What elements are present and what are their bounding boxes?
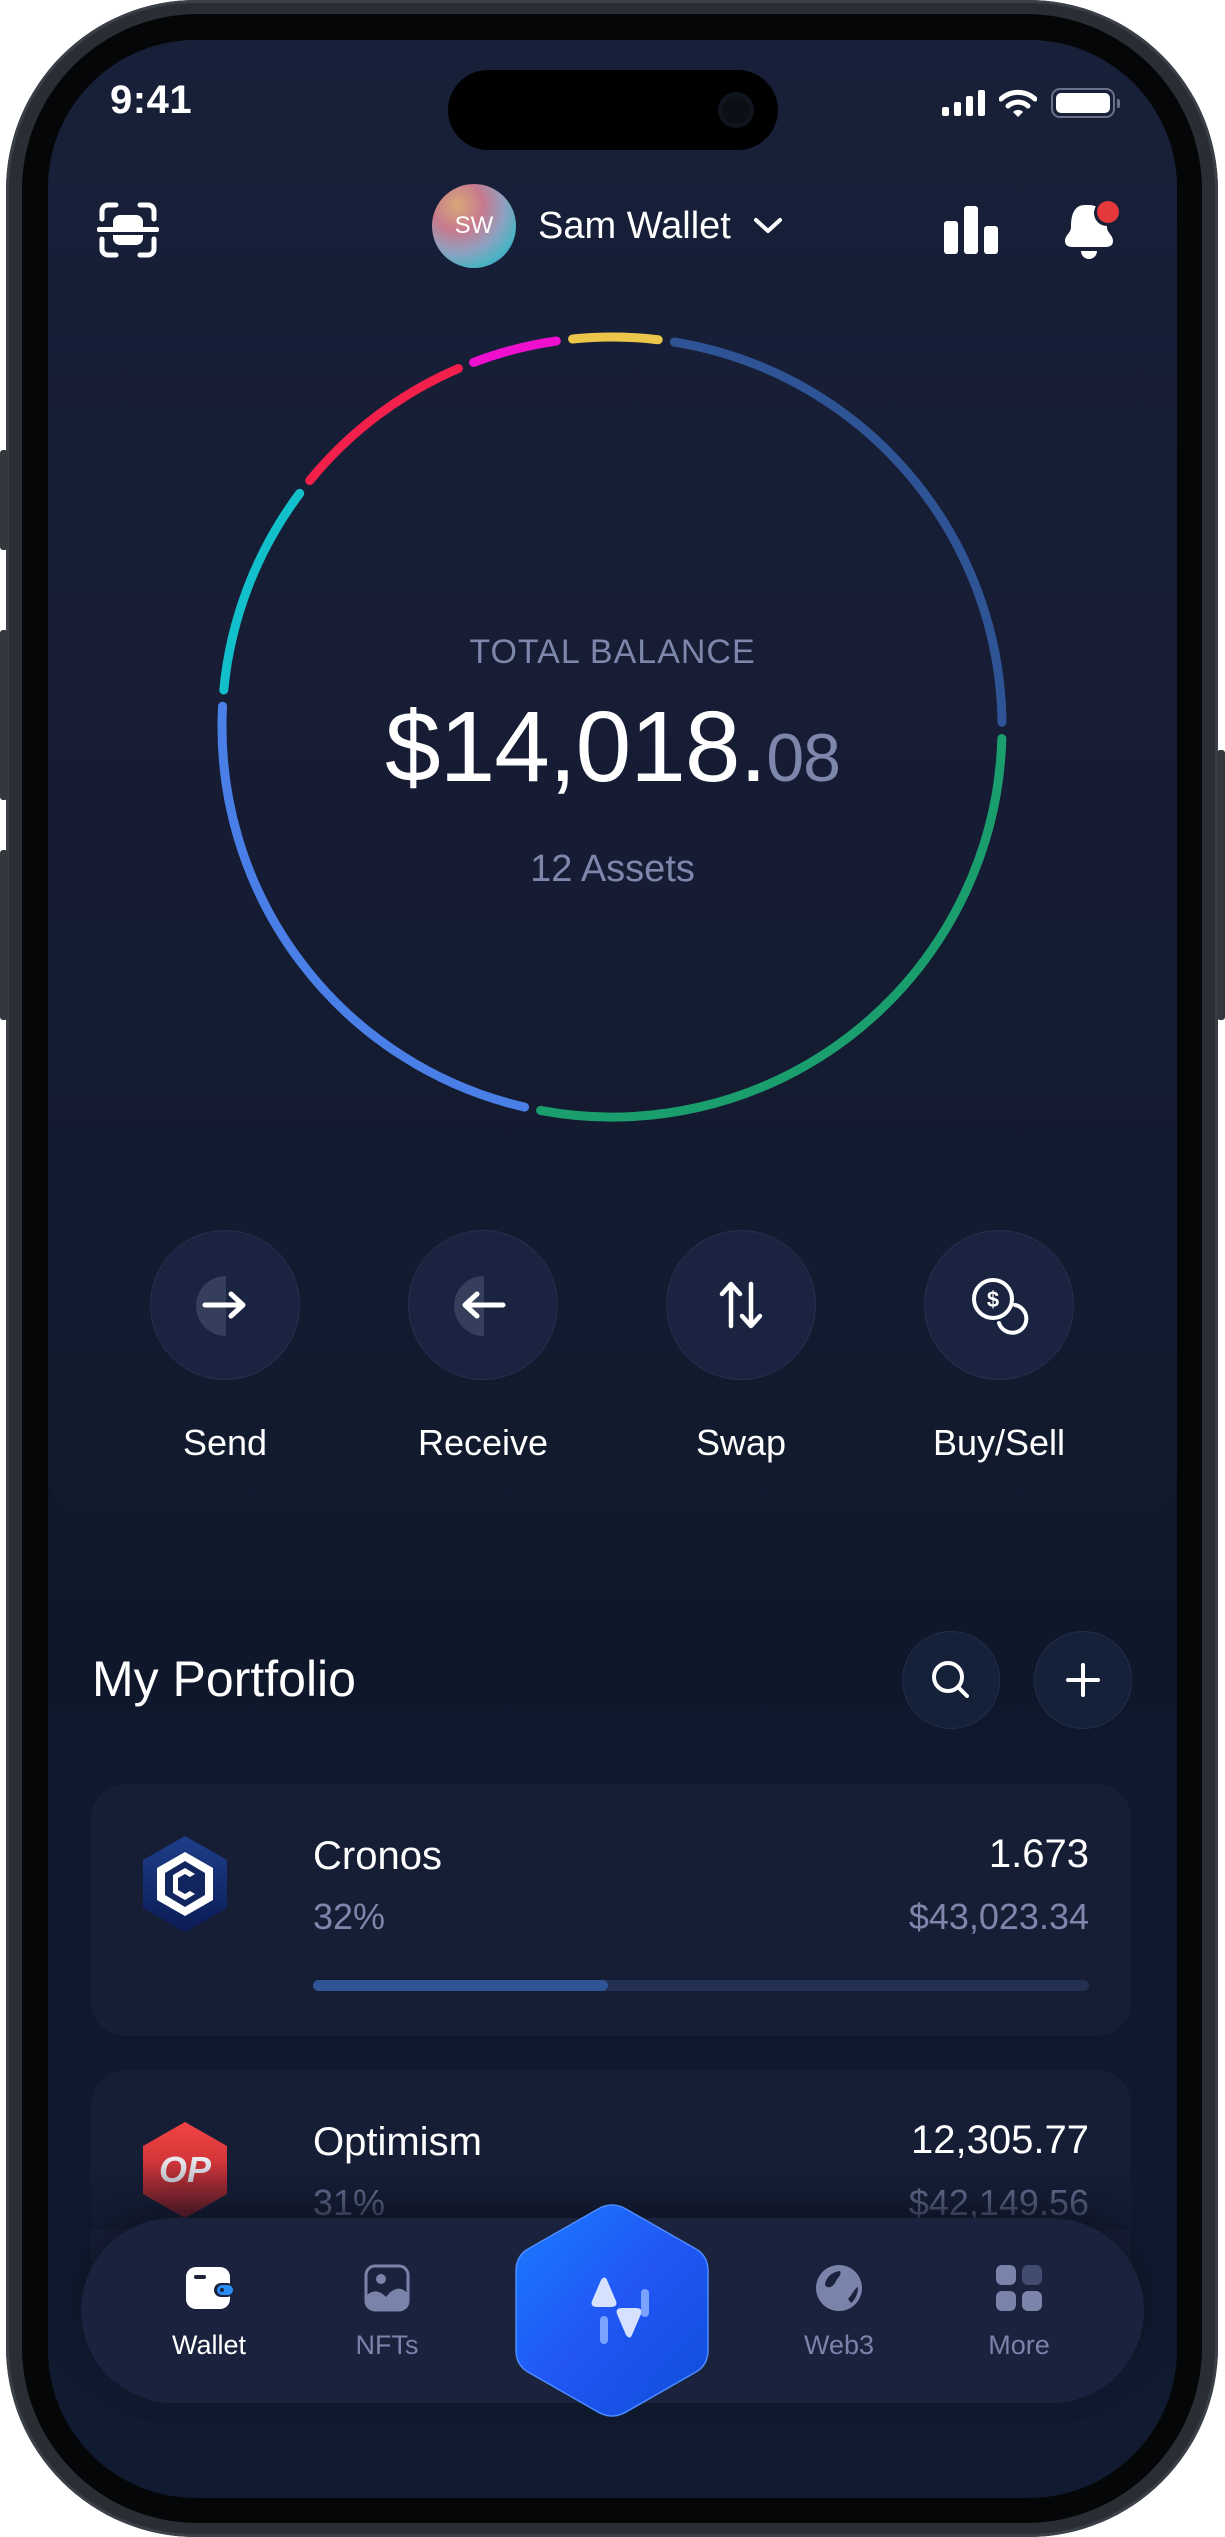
side-button bbox=[0, 450, 8, 550]
send-button[interactable]: Send bbox=[135, 1230, 315, 1464]
nav-label: NFTs bbox=[355, 2330, 419, 2360]
asset-percent: 32% bbox=[313, 1896, 386, 1937]
asset-card-cronos[interactable]: Cronos 32% 1.673 $43,023.34 bbox=[91, 1784, 1131, 2036]
wallet-icon bbox=[186, 2267, 234, 2309]
portfolio-title: My Portfolio bbox=[92, 1651, 356, 1707]
receive-label: Receive bbox=[417, 1422, 549, 1463]
ring-segment-6 bbox=[568, 332, 663, 345]
nav-item-web3[interactable]: Web3 bbox=[769, 2218, 909, 2403]
nav-item-wallet[interactable]: Wallet bbox=[139, 2218, 279, 2403]
receive-button[interactable]: Receive bbox=[393, 1230, 573, 1464]
volume-up-button bbox=[0, 630, 8, 800]
asset-fiat-value: $43,023.34 bbox=[908, 1896, 1089, 1937]
balance-cents: 08 bbox=[766, 720, 841, 796]
center-swap-button[interactable] bbox=[514, 2203, 710, 2418]
dollar-coins-icon: $ bbox=[972, 1278, 1029, 1335]
asset-progress-bar bbox=[313, 1980, 1089, 1991]
swap-label: Swap bbox=[695, 1422, 787, 1463]
send-label: Send bbox=[182, 1422, 268, 1463]
balance-whole: $14,018. bbox=[385, 691, 767, 803]
svg-text:$: $ bbox=[987, 1287, 999, 1312]
search-icon bbox=[932, 1661, 969, 1698]
nav-item-nfts[interactable]: NFTs bbox=[317, 2218, 457, 2403]
nav-label: Web3 bbox=[803, 2330, 875, 2360]
nav-label: Wallet bbox=[171, 2330, 246, 2360]
ring-segment-4 bbox=[305, 364, 463, 486]
assets-count: 12 Assets bbox=[530, 848, 695, 890]
swap-button[interactable]: Swap bbox=[651, 1230, 831, 1464]
nav-item-more[interactable]: More bbox=[949, 2218, 1089, 2403]
globe-icon bbox=[816, 2265, 862, 2311]
volume-down-button bbox=[0, 850, 8, 1020]
swap-arrows-icon bbox=[719, 1281, 763, 1329]
buy-sell-label: Buy/Sell bbox=[932, 1422, 1066, 1463]
add-asset-button[interactable] bbox=[1034, 1631, 1132, 1729]
asset-amount: 1.673 bbox=[988, 1832, 1089, 1876]
ring-segment-5 bbox=[469, 336, 561, 367]
nav-label: More bbox=[988, 2330, 1050, 2360]
plus-icon bbox=[1066, 1663, 1100, 1697]
asset-name: Cronos bbox=[313, 1834, 442, 1878]
cronos-logo-icon bbox=[143, 1836, 227, 1932]
image-icon bbox=[364, 2264, 410, 2312]
asset-amount: 12,305.77 bbox=[911, 2118, 1089, 2162]
power-button bbox=[1217, 750, 1225, 1020]
grid-icon bbox=[996, 2265, 1042, 2311]
asset-name: Optimism bbox=[313, 2120, 482, 2164]
asset-progress-fill bbox=[313, 1980, 608, 1991]
buy-sell-button[interactable]: $ Buy/Sell bbox=[909, 1230, 1089, 1464]
arrow-right-icon bbox=[202, 1291, 246, 1319]
screen: 9:41 SW Sam Wallet TOTAL BALANCE $14,018… bbox=[48, 40, 1177, 2498]
arrow-left-icon bbox=[462, 1291, 506, 1319]
total-balance-label: TOTAL BALANCE bbox=[469, 633, 756, 671]
total-balance-value: $14,018.08 bbox=[48, 690, 1177, 805]
search-button[interactable] bbox=[902, 1631, 1000, 1729]
